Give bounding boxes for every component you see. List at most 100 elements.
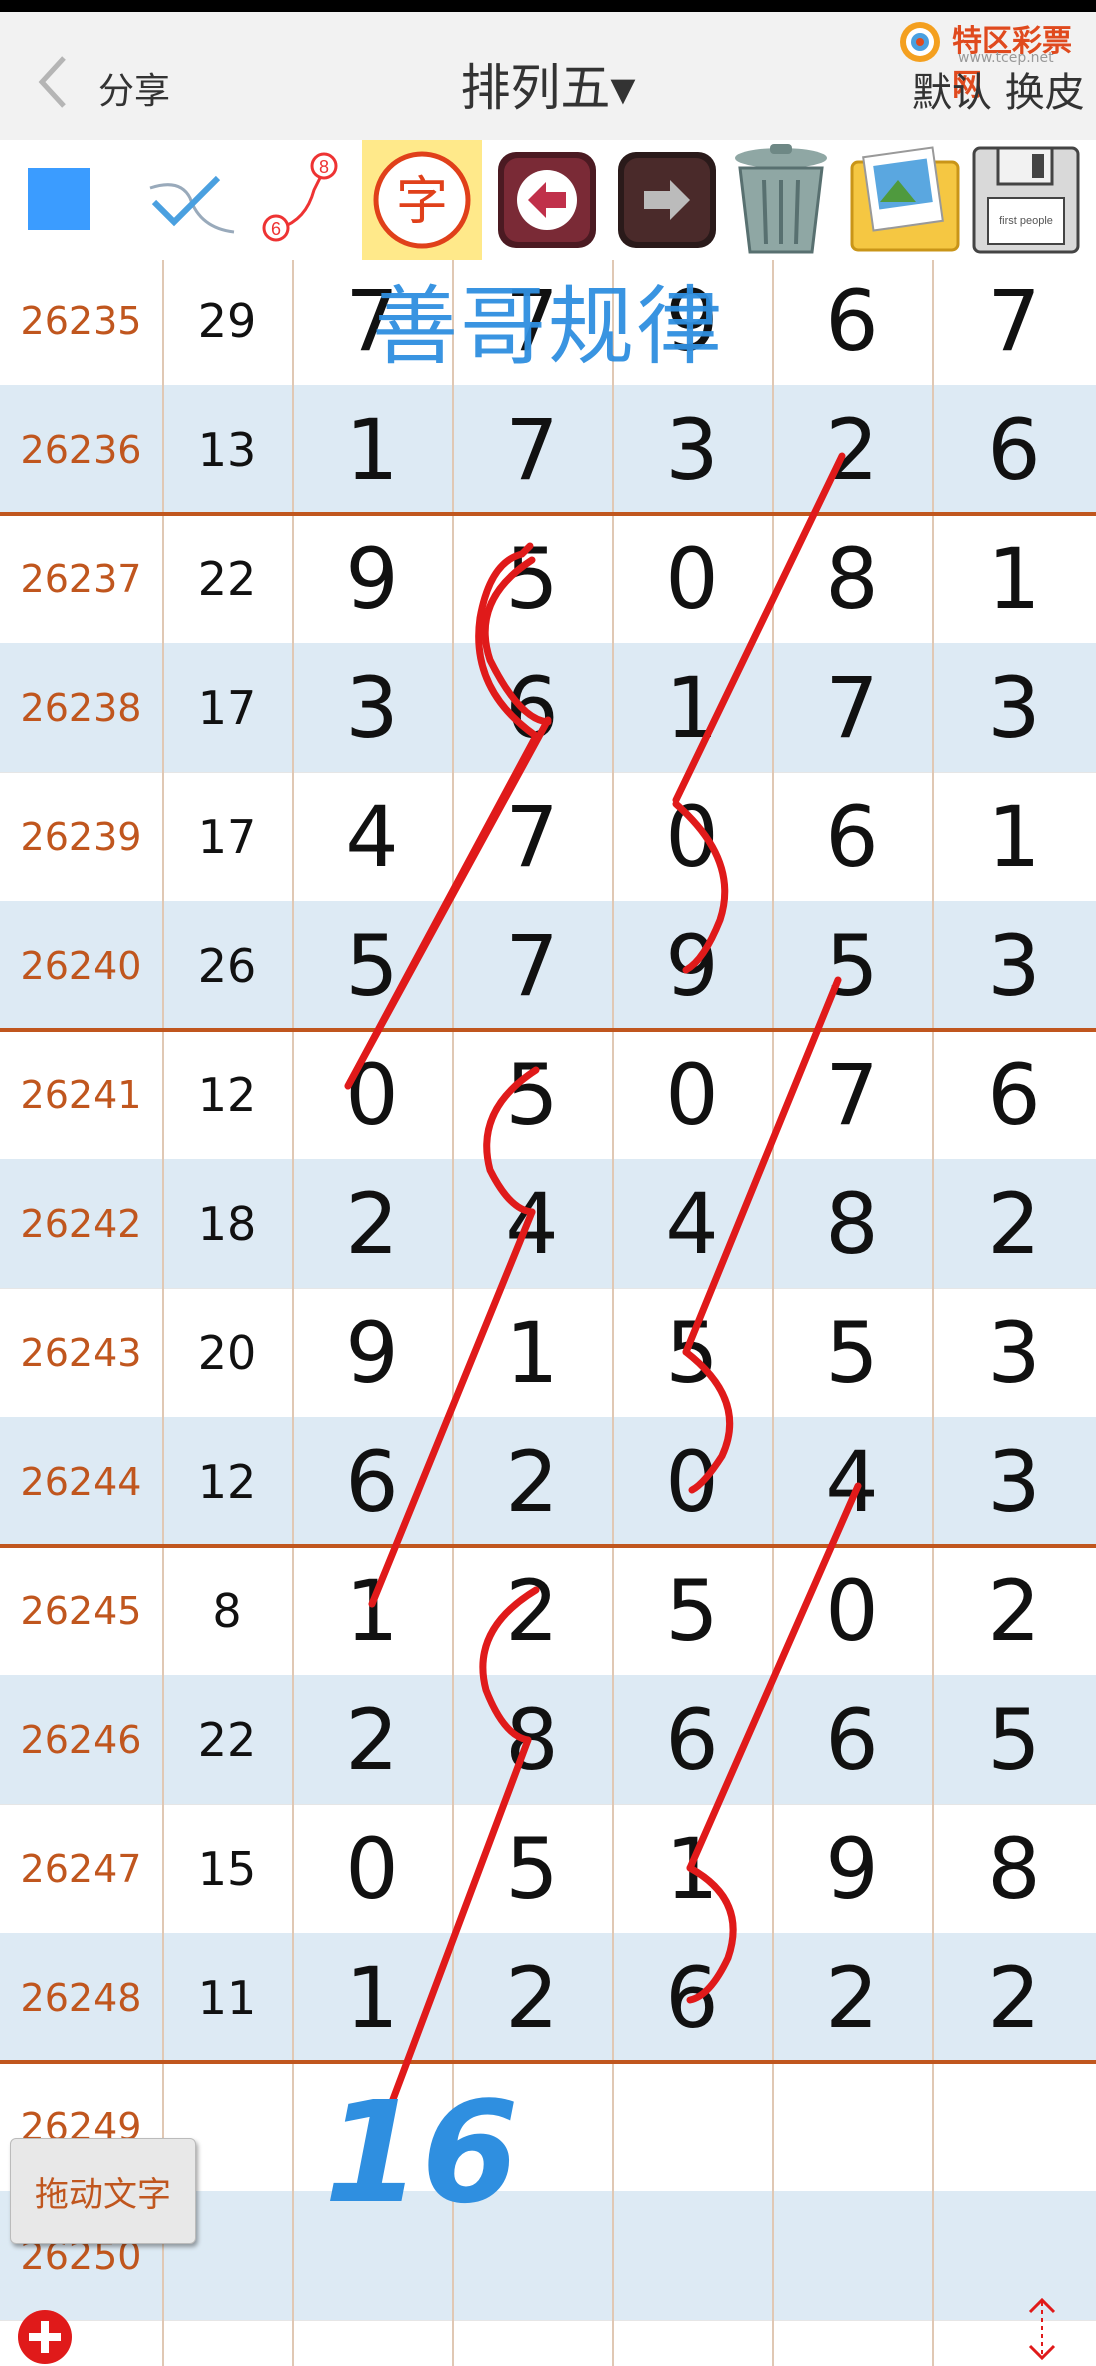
digit-cell[interactable]: 0 [612,514,772,643]
line-tool-icon[interactable]: 8 6 [254,140,346,260]
digit-cell[interactable] [612,2062,772,2191]
save-icon-label: first people [999,215,1053,227]
column-divider [932,260,934,2366]
digit-cell[interactable]: 8 [772,1159,932,1288]
digit-cell[interactable]: 0 [772,1546,932,1675]
digit-cell[interactable]: 5 [452,514,612,643]
save-icon[interactable]: first people [968,140,1084,260]
digit-cell[interactable]: 2 [292,1159,452,1288]
sum-value: 12 [197,1067,257,1122]
digit-cell[interactable]: 8 [452,1675,612,1804]
digit-cell[interactable]: 5 [772,901,932,1030]
digit-cell[interactable]: 1 [612,1804,772,1933]
digit-cell[interactable]: 1 [612,643,772,772]
watermark-text: 善哥规律 [372,277,724,377]
digit-cell[interactable]: 0 [612,1030,772,1159]
digit-cell[interactable]: 2 [452,1933,612,2062]
sum-value: 12 [197,1454,257,1509]
digit-cell[interactable]: 3 [932,1288,1096,1417]
digit-cell[interactable]: 1 [292,1546,452,1675]
add-icon[interactable] [16,2308,74,2366]
digit-cell[interactable]: 9 [292,1288,452,1417]
digit-cell[interactable] [612,2191,772,2320]
digit-cell[interactable]: 7 [452,901,612,1030]
digit-cell[interactable]: 5 [612,1546,772,1675]
digit-cell[interactable]: 0 [612,1417,772,1546]
digit-cell[interactable]: 7 [772,1030,932,1159]
digit-cell[interactable]: 6 [292,1417,452,1546]
digit-cell[interactable]: 5 [452,1804,612,1933]
digit-cell[interactable]: 6 [932,385,1096,514]
digit-cell[interactable]: 5 [292,901,452,1030]
digit-cell[interactable]: 3 [292,643,452,772]
digit-cell[interactable]: 3 [612,385,772,514]
drag-text-button[interactable]: 拖动文字 [10,2138,196,2244]
issue-number: 26246 [20,1717,142,1762]
digit-cell[interactable]: 1 [292,1933,452,2062]
issue-number: 26236 [20,427,142,472]
digit-cell[interactable]: 2 [772,1933,932,2062]
digit-cell[interactable]: 7 [932,256,1096,385]
digit-cell[interactable]: 5 [612,1288,772,1417]
digit-cell[interactable]: 5 [932,1675,1096,1804]
digit-cell[interactable]: 2 [772,385,932,514]
text-tool-icon[interactable]: 字 [362,140,482,260]
sum-value: 29 [197,293,257,348]
digit-cell[interactable]: 9 [772,1804,932,1933]
digit-cell[interactable] [932,2062,1096,2191]
sum-value: 20 [197,1325,257,1380]
trash-icon[interactable] [726,140,836,260]
digit-cell[interactable]: 2 [452,1546,612,1675]
digit-cell[interactable]: 4 [292,772,452,901]
digit-cell[interactable]: 0 [292,1804,452,1933]
digit-cell[interactable]: 8 [932,1804,1096,1933]
issue-number: 26237 [20,556,142,601]
digit-cell[interactable]: 3 [932,1417,1096,1546]
digit-cell[interactable]: 6 [932,1030,1096,1159]
digit-cell[interactable]: 4 [612,1159,772,1288]
digit-cell[interactable]: 7 [452,772,612,901]
digit-cell[interactable]: 2 [292,1675,452,1804]
digit-cell[interactable]: 5 [772,1288,932,1417]
digit-cell[interactable]: 2 [932,1159,1096,1288]
redo-icon[interactable] [614,140,720,260]
image-icon[interactable] [846,140,964,260]
digit-cell[interactable]: 9 [612,901,772,1030]
pen-icon[interactable] [140,140,240,260]
digit-cell[interactable]: 6 [452,643,612,772]
digit-cell[interactable]: 2 [452,1417,612,1546]
digit-cell[interactable]: 3 [932,901,1096,1030]
digit-cell[interactable]: 6 [772,256,932,385]
digit-cell[interactable]: 1 [452,1288,612,1417]
group-separator [0,2060,1096,2064]
digit-cell[interactable]: 4 [452,1159,612,1288]
digit-cell[interactable]: 6 [612,1675,772,1804]
skin-button[interactable]: 默认 换皮 [912,60,1085,118]
digit-cell[interactable] [772,2062,932,2191]
digit-cell[interactable]: 8 [772,514,932,643]
digit-cell[interactable]: 0 [612,772,772,901]
digit-cell[interactable]: 6 [772,772,932,901]
digit-cell[interactable]: 6 [772,1675,932,1804]
column-divider [452,260,454,2366]
digit-cell[interactable] [772,2191,932,2320]
color-square-icon[interactable] [16,140,96,260]
digit-cell[interactable] [932,2191,1096,2320]
undo-icon[interactable] [494,140,600,260]
digit-cell[interactable]: 7 [452,385,612,514]
digit-cell[interactable]: 2 [932,1933,1096,2062]
scroll-arrows-icon[interactable] [1022,2296,1062,2362]
digit-cell[interactable]: 5 [452,1030,612,1159]
drawing-toolbar: 8 6 字 first people [0,140,1096,260]
digit-cell[interactable]: 6 [612,1933,772,2062]
digit-cell[interactable]: 4 [772,1417,932,1546]
digit-cell[interactable]: 1 [932,514,1096,643]
digit-cell[interactable]: 1 [292,385,452,514]
digit-cell[interactable]: 7 [772,643,932,772]
group-separator [0,1544,1096,1548]
digit-cell[interactable]: 2 [932,1546,1096,1675]
digit-cell[interactable]: 3 [932,643,1096,772]
digit-cell[interactable]: 1 [932,772,1096,901]
digit-cell[interactable]: 9 [292,514,452,643]
digit-cell[interactable]: 0 [292,1030,452,1159]
